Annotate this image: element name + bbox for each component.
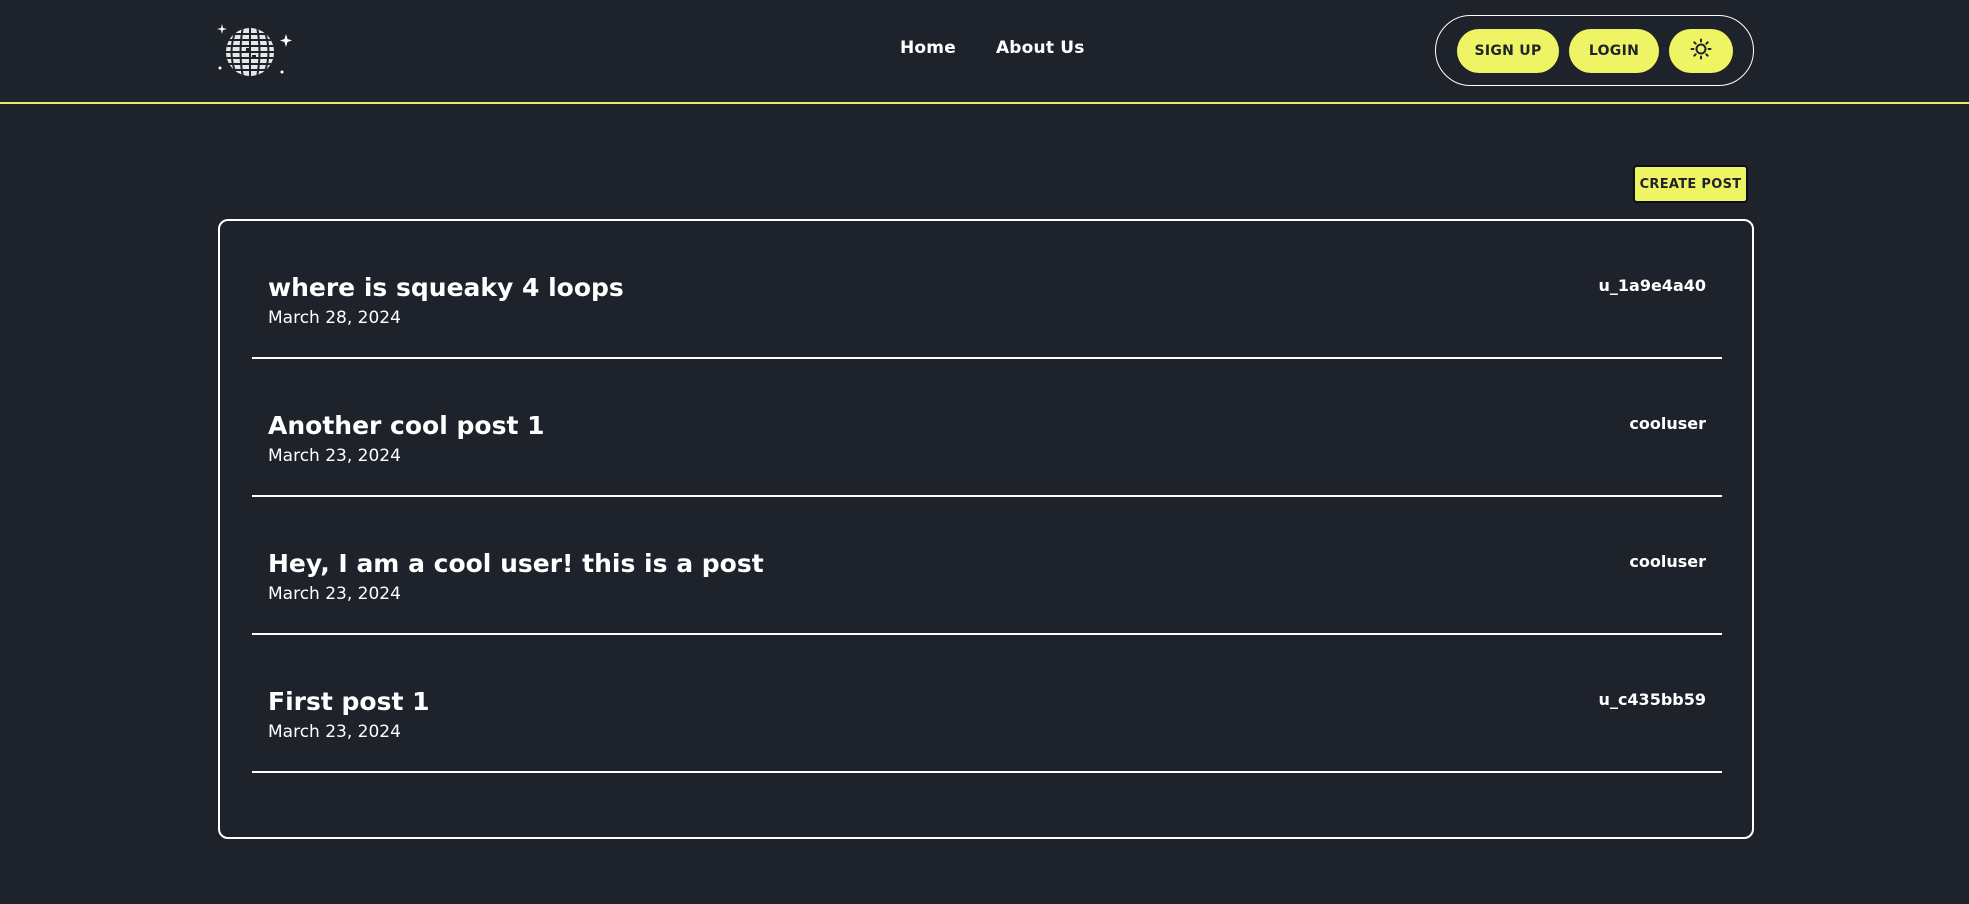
auth-group: SIGN UP LOGIN — [1435, 15, 1754, 86]
post-list: where is squeaky 4 loops March 28, 2024 … — [218, 219, 1754, 839]
main-nav: Home About Us — [900, 38, 1085, 58]
disco-ball-logo-icon[interactable] — [216, 22, 292, 80]
post-item[interactable]: Another cool post 1 March 23, 2024 coolu… — [252, 359, 1722, 497]
login-button[interactable]: LOGIN — [1569, 29, 1659, 73]
post-date: March 23, 2024 — [268, 446, 401, 466]
post-item[interactable]: First post 1 March 23, 2024 u_c435bb59 — [252, 635, 1722, 773]
sign-up-button[interactable]: SIGN UP — [1457, 29, 1559, 73]
post-title[interactable]: Another cool post 1 — [268, 411, 545, 440]
post-title[interactable]: where is squeaky 4 loops — [268, 273, 624, 302]
post-date: March 28, 2024 — [268, 308, 401, 328]
post-title[interactable]: First post 1 — [268, 687, 430, 716]
site-header: Home About Us SIGN UP LOGIN — [0, 0, 1969, 104]
nav-about-link[interactable]: About Us — [996, 38, 1085, 58]
post-author: cooluser — [1629, 552, 1706, 571]
theme-toggle-button[interactable] — [1669, 29, 1733, 73]
post-date: March 23, 2024 — [268, 722, 401, 742]
sun-icon — [1690, 38, 1712, 64]
post-author: u_c435bb59 — [1598, 690, 1706, 709]
post-author: u_1a9e4a40 — [1598, 276, 1707, 295]
post-title[interactable]: Hey, I am a cool user! this is a post — [268, 549, 764, 578]
post-date: March 23, 2024 — [268, 584, 401, 604]
post-item[interactable]: Hey, I am a cool user! this is a post Ma… — [252, 497, 1722, 635]
create-post-button[interactable]: CREATE POST — [1633, 165, 1748, 203]
nav-home-link[interactable]: Home — [900, 38, 956, 58]
post-item[interactable]: where is squeaky 4 loops March 28, 2024 … — [252, 221, 1722, 359]
post-author: cooluser — [1629, 414, 1706, 433]
